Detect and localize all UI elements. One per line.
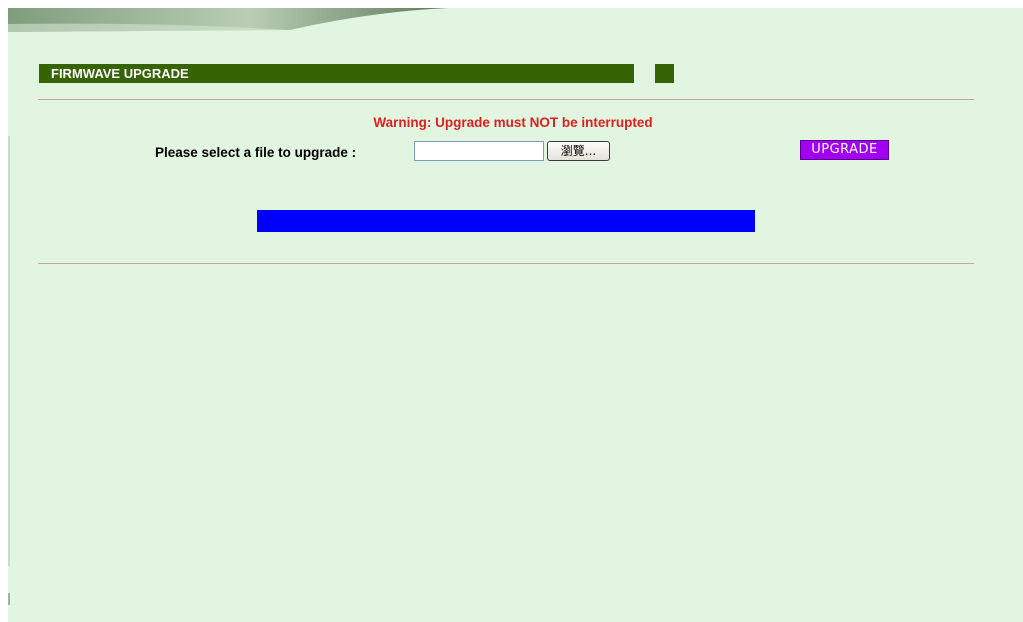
upgrade-progress-bar: [257, 210, 755, 232]
section-title: FIRMWAVE UPGRADE: [51, 66, 189, 81]
upgrade-progress-fill: [257, 210, 755, 232]
left-frame-edge: [8, 136, 10, 566]
file-path-input[interactable]: [414, 141, 544, 161]
bottom-divider: [38, 263, 974, 264]
top-divider: [38, 99, 974, 100]
warning-message: Warning: Upgrade must NOT be interrupted: [373, 115, 653, 130]
page-frame: FIRMWAVE UPGRADE Warning: Upgrade must N…: [8, 8, 1023, 622]
upgrade-button[interactable]: UPGRADE: [800, 140, 889, 160]
browse-button[interactable]: 瀏覽...: [547, 141, 610, 161]
title-bar-square: [655, 64, 674, 83]
section-title-bar: FIRMWAVE UPGRADE: [39, 64, 634, 83]
left-frame-tick: [8, 593, 10, 605]
header-swoosh-graphic: [8, 8, 448, 32]
file-select-label: Please select a file to upgrade :: [155, 145, 357, 160]
